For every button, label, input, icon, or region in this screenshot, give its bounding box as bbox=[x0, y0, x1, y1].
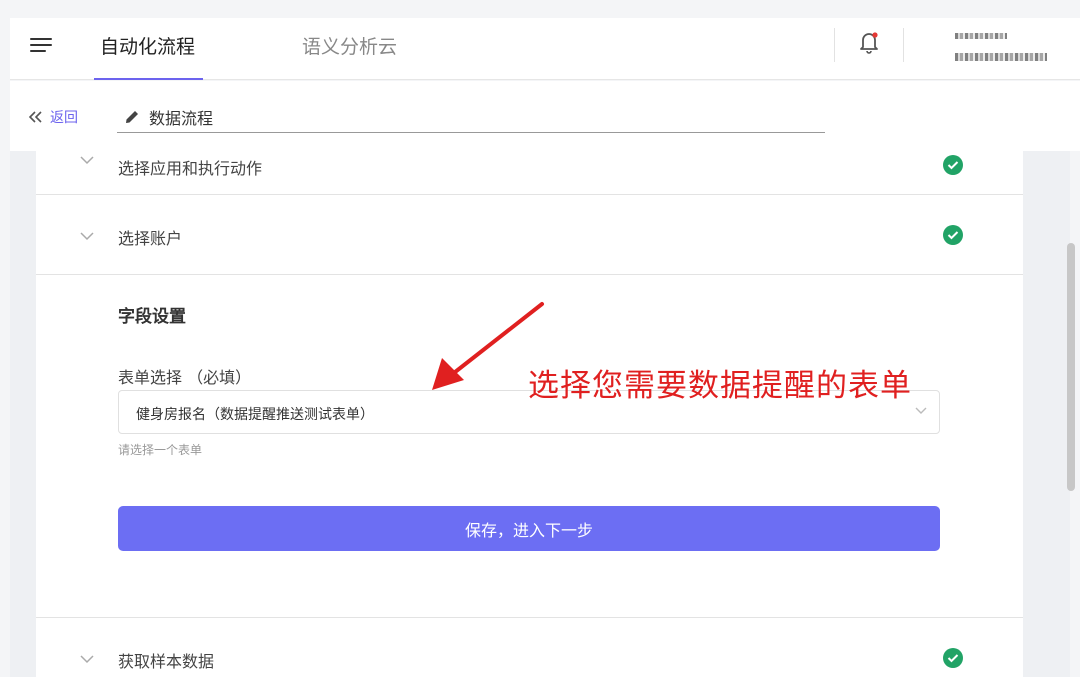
step-label: 选择应用和执行动作 bbox=[118, 159, 263, 178]
divider bbox=[834, 28, 835, 62]
form-select-value: 健身房报名（数据提醒推送测试表单） bbox=[136, 407, 374, 423]
step-get-sample-data[interactable]: 获取样本数据 bbox=[36, 617, 1023, 677]
step-select-account[interactable]: 选择账户 bbox=[36, 195, 1023, 275]
page-gutter-right bbox=[1023, 151, 1070, 677]
form-select-helper: 请选择一个表单 bbox=[118, 443, 203, 457]
tab-automation-flow[interactable]: 自动化流程 bbox=[93, 32, 204, 80]
flow-step-panel: 选择应用和执行动作 选择账户 字段设置 表单选择 （必填） 健身房报名（数据提醒… bbox=[36, 151, 1023, 677]
pencil-icon bbox=[126, 110, 138, 123]
chevron-down-icon bbox=[80, 156, 94, 165]
back-button[interactable]: 返回 bbox=[28, 107, 78, 127]
menu-icon[interactable] bbox=[30, 38, 52, 56]
check-circle-icon bbox=[943, 225, 963, 245]
check-circle-icon bbox=[943, 648, 963, 668]
bell-icon[interactable] bbox=[858, 30, 880, 58]
scrollbar-thumb[interactable] bbox=[1067, 243, 1075, 491]
check-circle-icon bbox=[943, 155, 963, 175]
user-account-menu[interactable] bbox=[955, 28, 1055, 68]
user-name-blurred bbox=[955, 33, 1007, 39]
tab-semantic-analysis-cloud[interactable]: 语义分析云 bbox=[302, 32, 397, 80]
page-gutter-left bbox=[10, 151, 36, 677]
top-navigation-bar: 自动化流程 语义分析云 bbox=[10, 18, 1080, 80]
divider bbox=[903, 28, 904, 62]
annotation-text: 选择您需要数据提醒的表单 bbox=[528, 368, 912, 404]
flow-title-bar: 返回 数据流程 bbox=[10, 81, 1080, 151]
flow-title-text: 数据流程 bbox=[149, 108, 214, 128]
chevron-down-icon bbox=[915, 407, 927, 414]
double-chevron-left-icon bbox=[28, 111, 42, 123]
save-next-button[interactable]: 保存，进入下一步 bbox=[118, 506, 940, 551]
form-select-label: 表单选择 （必填） bbox=[118, 368, 252, 387]
step-select-app-action[interactable]: 选择应用和执行动作 bbox=[36, 151, 1023, 195]
step-label: 选择账户 bbox=[118, 229, 183, 248]
step-label: 获取样本数据 bbox=[118, 652, 215, 671]
user-org-blurred bbox=[955, 53, 1047, 61]
chevron-down-icon bbox=[80, 232, 94, 241]
back-label: 返回 bbox=[50, 110, 78, 126]
chevron-down-icon bbox=[80, 655, 94, 664]
field-settings-title: 字段设置 bbox=[118, 307, 186, 327]
flow-title-input[interactable]: 数据流程 bbox=[117, 101, 825, 133]
